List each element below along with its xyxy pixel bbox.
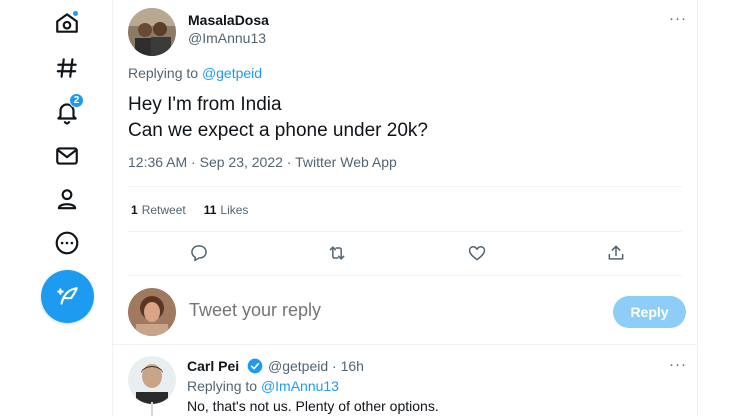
- replying-to-line: Replying to @getpeid: [128, 65, 262, 81]
- home-icon[interactable]: [52, 8, 82, 38]
- author-avatar[interactable]: [128, 8, 176, 56]
- thread-line: [151, 402, 153, 416]
- notification-badge: 2: [69, 93, 84, 108]
- messages-icon[interactable]: [52, 141, 82, 171]
- tweet-detail-column: MasalaDosa @ImAnnu13 ··· Replying to @ge…: [112, 0, 698, 416]
- like-count: 11: [203, 203, 217, 217]
- divider: [128, 275, 682, 276]
- tweet-source[interactable]: Twitter Web App: [295, 154, 397, 170]
- reply-text: No, that's not us. Plenty of other optio…: [187, 398, 439, 414]
- replying-to-mention[interactable]: @ImAnnu13: [261, 378, 339, 394]
- tweet-text: Hey I'm from India Can we expect a phone…: [128, 92, 428, 144]
- tweet-text-line: Can we expect a phone under 20k?: [128, 120, 428, 141]
- left-nav: 2: [0, 0, 112, 416]
- compose-tweet-button[interactable]: [41, 270, 94, 323]
- more-options-icon[interactable]: [52, 228, 82, 258]
- retweet-icon[interactable]: [324, 240, 350, 266]
- reply-meta: @getpeid · 16h: [268, 358, 364, 374]
- reply-author-avatar[interactable]: [128, 356, 176, 404]
- reply-replying-to-line: Replying to @ImAnnu13: [187, 378, 339, 394]
- tweet-more-icon[interactable]: ···: [669, 10, 687, 27]
- verified-badge-icon: [247, 358, 263, 374]
- retweet-count: 1: [131, 203, 138, 217]
- divider: [128, 186, 682, 187]
- replying-to-label: Replying to: [128, 65, 199, 81]
- reply-author-handle[interactable]: @getpeid: [268, 358, 328, 374]
- likes-stat[interactable]: 11 Likes: [204, 203, 249, 217]
- tweet-stats: 1 Retweet 11 Likes: [131, 203, 248, 217]
- retweet-label: Retweet: [141, 203, 186, 217]
- tweet-time[interactable]: 12:36 AM: [128, 154, 187, 170]
- replying-to-mention[interactable]: @getpeid: [202, 65, 262, 81]
- current-user-avatar[interactable]: [128, 288, 176, 336]
- replying-to-label: Replying to: [187, 378, 258, 394]
- reply-input[interactable]: [189, 300, 589, 321]
- share-icon[interactable]: [603, 240, 629, 266]
- unread-dot: [72, 10, 79, 17]
- reply-author-name[interactable]: Carl Pei: [187, 358, 239, 374]
- meta-separator: ·: [286, 154, 292, 170]
- like-icon[interactable]: [464, 240, 490, 266]
- notifications-icon[interactable]: 2: [52, 93, 84, 127]
- reply-more-icon[interactable]: ···: [669, 356, 687, 373]
- profile-icon[interactable]: [52, 184, 82, 214]
- tweet-date[interactable]: Sep 23, 2022: [200, 154, 283, 170]
- tweet-meta: 12:36 AM · Sep 23, 2022 · Twitter Web Ap…: [128, 154, 397, 170]
- reply-age[interactable]: 16h: [341, 358, 364, 374]
- reply-icon[interactable]: [186, 240, 212, 266]
- meta-separator: ·: [191, 154, 196, 170]
- author-handle[interactable]: @ImAnnu13: [188, 30, 266, 46]
- retweet-stat[interactable]: 1 Retweet: [131, 203, 186, 217]
- likes-label: Likes: [220, 203, 249, 217]
- explore-icon[interactable]: [52, 53, 82, 83]
- divider: [113, 344, 697, 345]
- feather-icon: [56, 286, 78, 305]
- meta-separator: ·: [332, 358, 337, 374]
- tweet-text-line: Hey I'm from India: [128, 94, 282, 115]
- reply-button[interactable]: Reply: [613, 296, 686, 328]
- author-name[interactable]: MasalaDosa: [188, 12, 269, 28]
- divider: [128, 231, 682, 232]
